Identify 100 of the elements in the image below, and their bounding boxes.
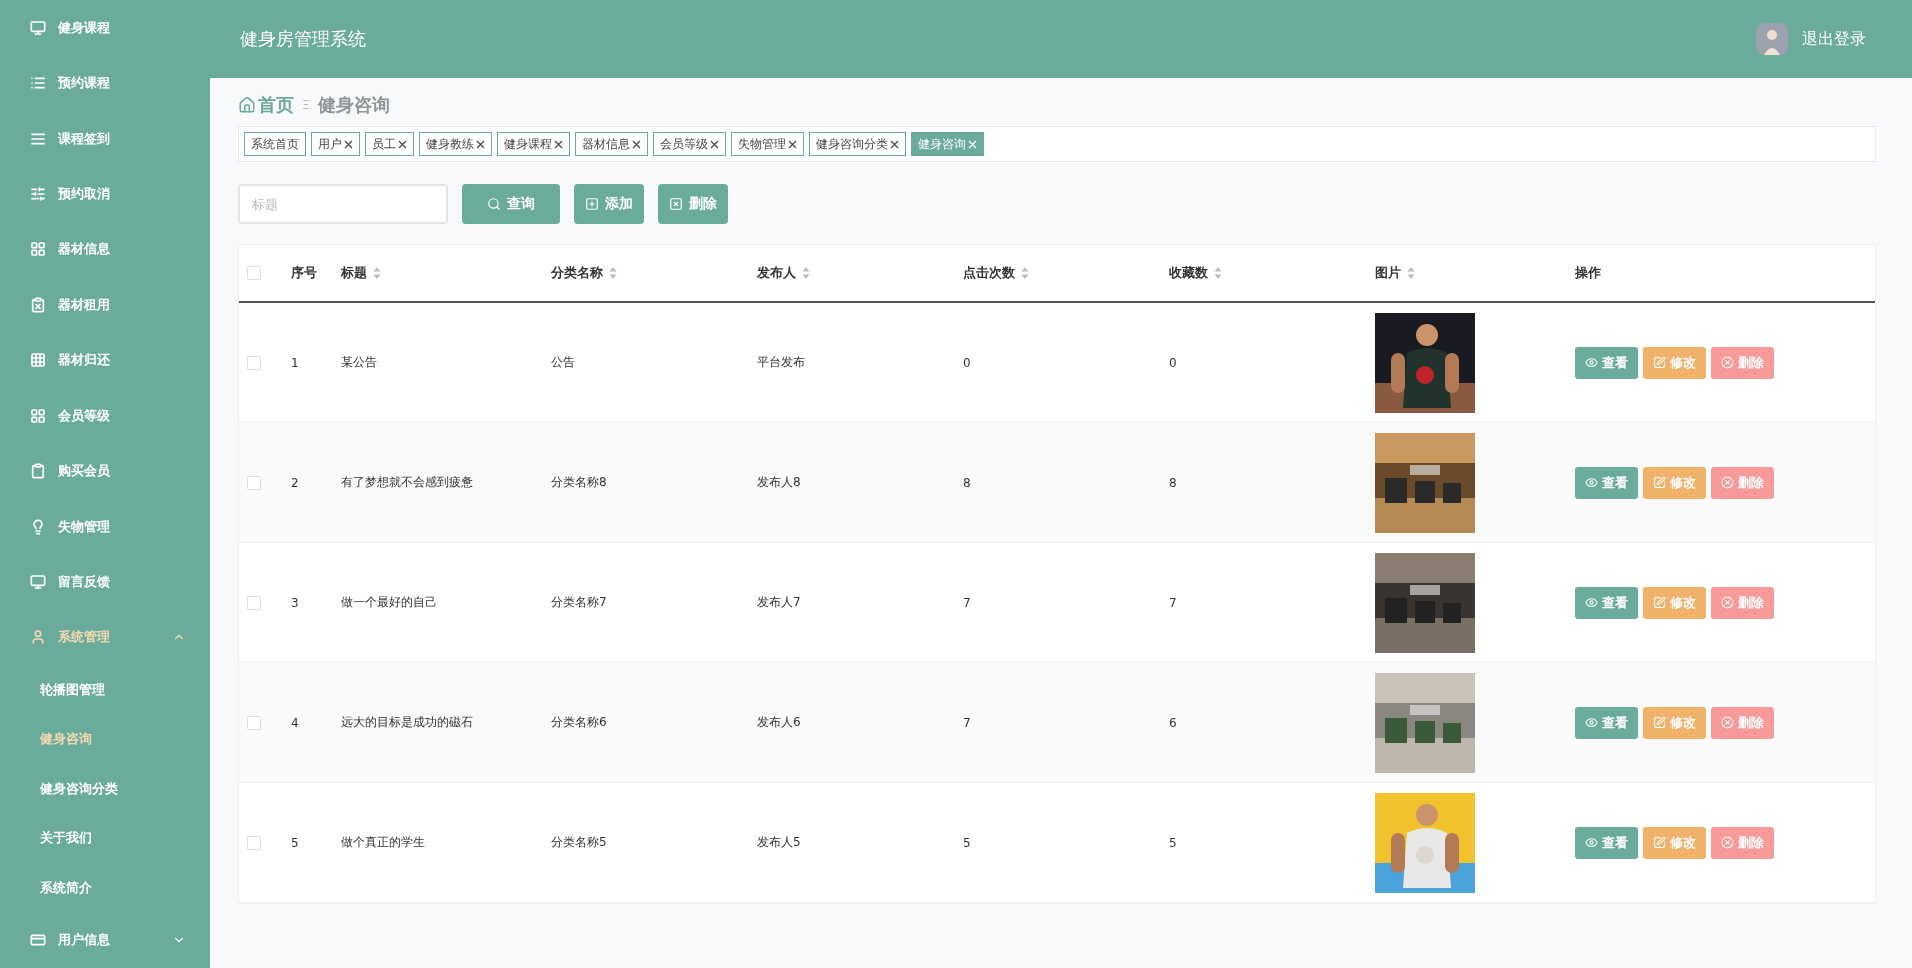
view-button[interactable]: 查看 [1575, 346, 1638, 379]
edit-button[interactable]: 修改 [1643, 706, 1706, 739]
sort-icon[interactable] [1021, 266, 1029, 280]
delete-button[interactable]: 删除 [1711, 586, 1774, 619]
close-icon[interactable] [398, 139, 407, 149]
user-icon [30, 629, 46, 646]
close-icon[interactable] [632, 139, 641, 149]
title-search-field[interactable]: 标题 [238, 184, 448, 224]
delete-button[interactable]: 删除 [1711, 466, 1774, 499]
view-button[interactable]: 查看 [1575, 706, 1638, 739]
sort-icon[interactable] [1214, 266, 1222, 280]
page-tab[interactable]: 器材信息 [575, 132, 648, 156]
view-icon [1585, 356, 1598, 369]
delete-button[interactable]: 删除 [1711, 346, 1774, 379]
home-link[interactable]: 首页 [238, 93, 294, 117]
row-checkbox[interactable] [247, 835, 261, 850]
delete-icon [1721, 356, 1734, 369]
sidebar-subitem[interactable]: 轮播图管理 [0, 665, 210, 715]
table-cell: 8 [1169, 475, 1177, 490]
close-icon[interactable] [476, 139, 485, 149]
table-cell: 发布人8 [757, 475, 801, 489]
page-tab[interactable]: 失物管理 [731, 132, 804, 156]
table-cell: 8 [963, 475, 971, 490]
view-button[interactable]: 查看 [1575, 826, 1638, 859]
view-icon [1585, 476, 1598, 489]
page-tab[interactable]: 健身课程 [497, 132, 570, 156]
search-icon [487, 197, 501, 211]
avatar-icon [1756, 23, 1788, 55]
column-header[interactable]: 标题 [341, 264, 551, 282]
page-tab[interactable]: 健身咨询分类 [809, 132, 906, 156]
sidebar-item[interactable]: 失物管理 [0, 498, 210, 555]
sort-icon[interactable] [609, 266, 617, 280]
row-checkbox[interactable] [247, 475, 261, 490]
sidebar-item[interactable]: 器材信息 [0, 221, 210, 278]
table-cell: 做一个最好的自己 [341, 595, 437, 609]
sidebar-subitem[interactable]: 系统简介 [0, 863, 210, 913]
view-icon [1585, 596, 1598, 609]
edit-button[interactable]: 修改 [1643, 586, 1706, 619]
sort-icon[interactable] [1407, 266, 1415, 280]
table-cell: 平台发布 [757, 355, 805, 369]
sidebar-subitem[interactable]: 健身咨询分类 [0, 764, 210, 814]
sidebar-item[interactable]: 用户信息 [0, 912, 210, 968]
sort-icon[interactable] [373, 266, 381, 280]
delete-icon [1721, 836, 1734, 849]
column-header[interactable]: 点击次数 [963, 264, 1169, 282]
table-cell: 0 [963, 355, 971, 370]
breadcrumb-current: 健身咨询 [317, 93, 390, 117]
delete-button[interactable]: 删除 [1711, 826, 1774, 859]
sidebar-item[interactable]: 器材租用 [0, 277, 210, 333]
table-cell: 分类名称6 [551, 715, 607, 729]
page-tab[interactable]: 用户 [311, 132, 360, 156]
page-tab[interactable]: 会员等级 [653, 132, 726, 156]
table-cell: 发布人7 [757, 595, 801, 609]
column-header[interactable]: 图片 [1375, 264, 1575, 282]
search-button[interactable]: 查询 [462, 184, 560, 224]
sidebar-item[interactable]: 预约课程 [0, 55, 210, 111]
column-header[interactable]: 发布人 [757, 264, 963, 282]
sort-icon[interactable] [802, 266, 810, 280]
page-tab[interactable]: 健身教练 [419, 132, 492, 156]
page-tab[interactable]: 系统首页 [244, 132, 306, 156]
view-button[interactable]: 查看 [1575, 466, 1638, 499]
delete-icon [1721, 476, 1734, 489]
close-icon[interactable] [554, 139, 563, 149]
row-checkbox[interactable] [247, 355, 261, 370]
edit-button[interactable]: 修改 [1643, 826, 1706, 859]
close-icon[interactable] [710, 139, 719, 149]
edit-icon [1653, 836, 1666, 849]
row-checkbox[interactable] [247, 595, 261, 610]
logout-link[interactable]: 退出登录 [1802, 28, 1866, 50]
sidebar-item[interactable]: 会员等级 [0, 387, 210, 444]
page-tab[interactable]: 健身咨询 [911, 132, 984, 156]
page-tab[interactable]: 员工 [365, 132, 414, 156]
sidebar-subitem[interactable]: 关于我们 [0, 813, 210, 863]
close-icon[interactable] [344, 139, 353, 149]
table-cell: 分类名称8 [551, 475, 607, 489]
add-button[interactable]: 添加 [574, 184, 644, 224]
delete-button[interactable]: 删除 [1711, 706, 1774, 739]
close-icon[interactable] [788, 139, 797, 149]
table-cell: 远大的目标是成功的磁石 [341, 715, 473, 729]
home-icon [238, 96, 256, 114]
sidebar-item[interactable]: 购买会员 [0, 443, 210, 499]
column-header[interactable]: 收藏数 [1169, 264, 1375, 282]
sidebar-item[interactable]: 留言反馈 [0, 554, 210, 610]
delete-button[interactable]: 删除 [658, 184, 728, 224]
app-title: 健身房管理系统 [240, 27, 367, 51]
sidebar-item[interactable]: 器材归还 [0, 332, 210, 388]
sidebar-item[interactable]: 健身课程 [0, 0, 210, 56]
edit-button[interactable]: 修改 [1643, 466, 1706, 499]
sidebar-item[interactable]: 预约取消 [0, 166, 210, 222]
sidebar-subitem[interactable]: 健身咨询 [0, 714, 210, 765]
card-icon [30, 932, 46, 949]
column-header[interactable]: 分类名称 [551, 264, 757, 282]
delete-icon [1721, 716, 1734, 729]
sidebar-item[interactable]: 系统管理 [0, 609, 210, 666]
sidebar-item[interactable]: 课程签到 [0, 110, 210, 167]
select-all-checkbox[interactable] [247, 266, 261, 280]
row-checkbox[interactable] [247, 715, 261, 730]
edit-button[interactable]: 修改 [1643, 346, 1706, 379]
view-button[interactable]: 查看 [1575, 586, 1638, 619]
close-icon[interactable] [890, 139, 899, 149]
